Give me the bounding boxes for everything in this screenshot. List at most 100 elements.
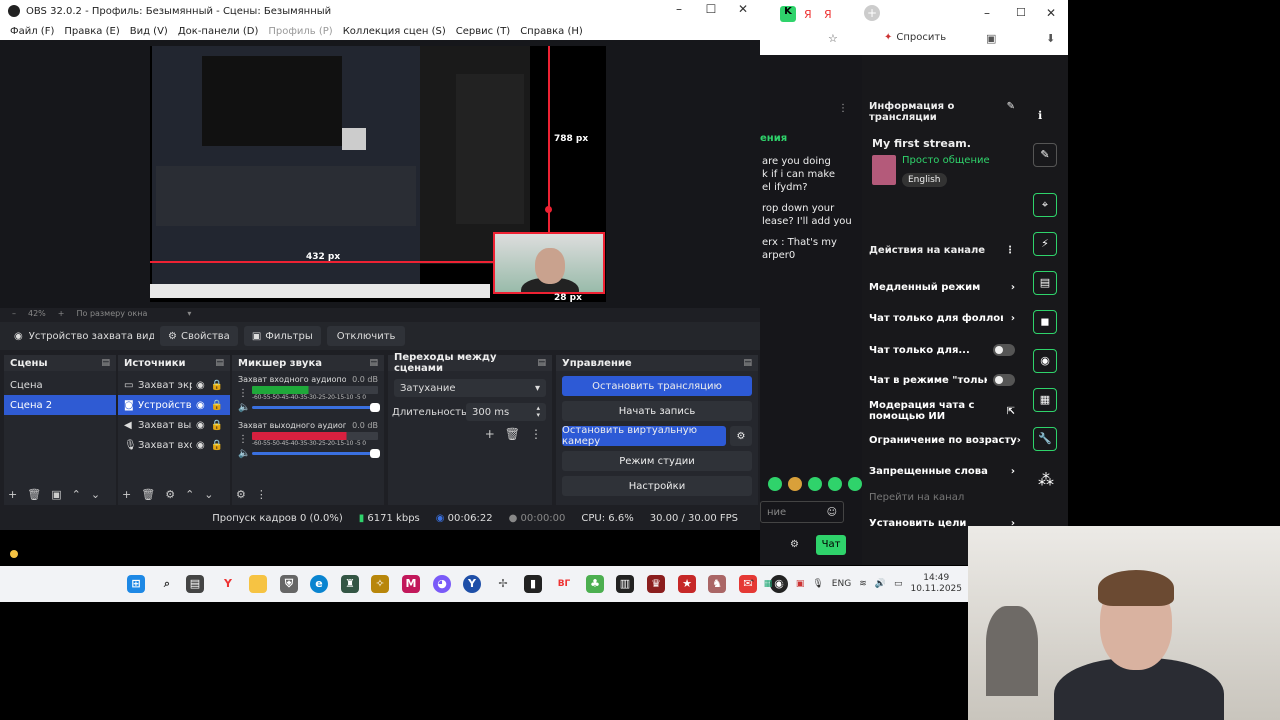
new-tab-icon[interactable]: + <box>864 5 880 21</box>
volume-icon[interactable]: 🔊 <box>875 579 886 589</box>
document-icon[interactable]: ▤ <box>1033 271 1057 295</box>
lock-icon[interactable]: 🔒 <box>211 440 223 451</box>
eye-icon[interactable]: ◉ <box>196 380 205 391</box>
battery-icon[interactable]: ▭ <box>894 579 903 589</box>
file-explorer-icon[interactable]: ▤ <box>186 575 204 593</box>
game4-icon[interactable]: ♞ <box>708 575 726 593</box>
kebab-icon[interactable]: ⋮ <box>256 488 267 501</box>
tray-app-icon[interactable]: ⊚ <box>780 579 788 589</box>
scene-item[interactable]: Сцена <box>4 375 116 395</box>
edit-icon[interactable]: ✎ <box>1007 101 1015 123</box>
chevron-up-icon[interactable]: ⌃ <box>72 488 81 501</box>
clock[interactable]: 14:49 10.11.2025 <box>910 573 962 595</box>
speaker-icon[interactable]: 🔈 <box>238 402 252 413</box>
gear-icon[interactable]: ⚙ <box>165 488 175 501</box>
toggle-switch[interactable] <box>993 374 1015 386</box>
chat-settings-icon[interactable]: ⚙ <box>790 539 799 550</box>
add-icon[interactable]: + <box>8 488 17 501</box>
chevron-down-icon[interactable]: ⌄ <box>91 488 100 501</box>
action-go-to-channel[interactable]: Перейти на канал <box>869 492 1015 503</box>
maximize-icon[interactable]: ☐ <box>700 2 722 20</box>
folder-icon[interactable] <box>249 575 267 593</box>
star-icon[interactable]: ★ <box>678 575 696 593</box>
guide-handle[interactable] <box>545 206 552 213</box>
desktop-icon[interactable] <box>10 550 18 558</box>
bookmark-icon[interactable]: ☆ <box>828 32 838 45</box>
menu-help[interactable]: Справка (H) <box>520 26 583 37</box>
chevron-up-icon[interactable]: ⌃ <box>185 488 194 501</box>
start-record-button[interactable]: Начать запись <box>562 401 752 421</box>
chat-input[interactable]: ние ☺ <box>760 501 844 523</box>
filters-button[interactable]: ▣ Фильтры <box>243 326 321 346</box>
kebab-icon[interactable]: ⋮ <box>238 388 252 399</box>
eye-icon[interactable]: ◉ <box>196 440 205 451</box>
dock-menu-icon[interactable]: ▤ <box>369 358 378 368</box>
deactivate-button[interactable]: Отключить <box>326 326 406 346</box>
reader-icon[interactable]: ▣ <box>986 32 996 45</box>
preview-area[interactable]: 788 px 432 px 28 px <box>0 40 760 308</box>
source-item-selected[interactable]: ◙ Устройство ◉ 🔒 <box>118 395 230 415</box>
download-icon[interactable]: ⬇ <box>1046 32 1055 45</box>
emote-icon[interactable] <box>828 477 842 491</box>
game3-icon[interactable]: ♛ <box>647 575 665 593</box>
action-followers-only[interactable]: Чат только для фолловеро› <box>869 313 1015 324</box>
yandex-tab-icon[interactable]: Я <box>804 8 812 21</box>
category-thumbnail[interactable] <box>872 155 896 185</box>
y-app-icon[interactable]: Y <box>463 575 481 593</box>
volume-slider[interactable] <box>252 449 380 458</box>
emote-icon[interactable] <box>788 477 802 491</box>
send-chat-button[interactable]: Чат <box>816 535 846 555</box>
kebab-icon[interactable]: ⋮ <box>1005 245 1015 256</box>
language-indicator[interactable]: ENG <box>832 579 851 589</box>
stop-stream-button[interactable]: Остановить трансляцию <box>562 376 752 396</box>
info-icon[interactable]: ℹ <box>1038 109 1042 122</box>
tray-app-icon[interactable]: ▦ <box>764 579 773 589</box>
edge-icon[interactable]: e <box>310 575 328 593</box>
toggle-switch[interactable] <box>993 344 1015 356</box>
camera-source-selected[interactable] <box>493 232 605 294</box>
chat-menu-icon[interactable]: ⋮ <box>838 103 848 114</box>
zoom-in-icon[interactable]: + <box>58 309 65 318</box>
capcut-icon[interactable]: ▥ <box>616 575 634 593</box>
eye-icon[interactable]: ◉ <box>196 400 205 411</box>
close-icon[interactable]: ✕ <box>732 2 754 20</box>
pin-icon[interactable]: ✢ <box>494 575 512 593</box>
duration-input[interactable]: 300 ms ▴ ▾ <box>466 403 546 421</box>
yandex-browser-icon[interactable]: Y <box>219 575 237 593</box>
scene-filter-icon[interactable]: ▣ <box>51 488 61 501</box>
emote-icon[interactable] <box>848 477 862 491</box>
emoji-icon[interactable]: ☺ <box>827 507 837 518</box>
wrench-icon[interactable]: 🔧 <box>1033 427 1057 451</box>
menu-scene-collection[interactable]: Коллекция сцен (S) <box>343 26 446 37</box>
pencil-icon[interactable]: ✎ <box>1033 143 1057 167</box>
menu-docks[interactable]: Док-панели (D) <box>178 26 259 37</box>
microphone-icon[interactable]: 🎙 <box>812 579 823 589</box>
studio-mode-button[interactable]: Режим студии <box>562 451 752 471</box>
clipboard-icon[interactable]: ▦ <box>1033 388 1057 412</box>
mixer-settings-icon[interactable]: ⚙ <box>236 488 246 501</box>
tray-app-icon[interactable]: ▣ <box>796 579 805 589</box>
trash-icon[interactable]: 🗑 <box>141 488 155 501</box>
source-item[interactable]: 🎙 Захват вхо ◉ 🔒 <box>118 435 230 455</box>
virtualcam-gear-icon[interactable]: ⚙ <box>730 426 752 446</box>
action-banned-words[interactable]: Запрещенные слова › <box>869 466 1015 477</box>
stream-category[interactable]: Просто общение <box>902 155 990 166</box>
menu-profile[interactable]: Профиль (P) <box>268 26 332 37</box>
action-emote-only[interactable]: Чат в режиме "только... <box>869 374 1015 386</box>
yandex-tab-icon[interactable]: Я <box>824 8 832 21</box>
game2-icon[interactable]: ▮ <box>524 575 542 593</box>
action-slow-mode[interactable]: Медленный режим › <box>869 282 1015 293</box>
volume-slider[interactable] <box>252 403 380 412</box>
menu-file[interactable]: Файл (F) <box>10 26 54 37</box>
discord-icon[interactable]: ◕ <box>433 575 451 593</box>
action-age-restriction[interactable]: Ограничение по возрасту › <box>869 435 1021 446</box>
menu-tools[interactable]: Сервис (T) <box>456 26 510 37</box>
game-icon[interactable]: ♜ <box>341 575 359 593</box>
trash-icon[interactable]: 🗑 <box>505 427 520 441</box>
emote-icon[interactable] <box>808 477 822 491</box>
scene-item-selected[interactable]: Сцена 2 <box>4 395 116 415</box>
wifi-icon[interactable]: ≋ <box>859 579 867 589</box>
menu-view[interactable]: Вид (V) <box>130 26 168 37</box>
kebab-icon[interactable]: ⋮ <box>530 427 542 441</box>
broadcast-icon[interactable]: ◉ <box>1033 349 1057 373</box>
